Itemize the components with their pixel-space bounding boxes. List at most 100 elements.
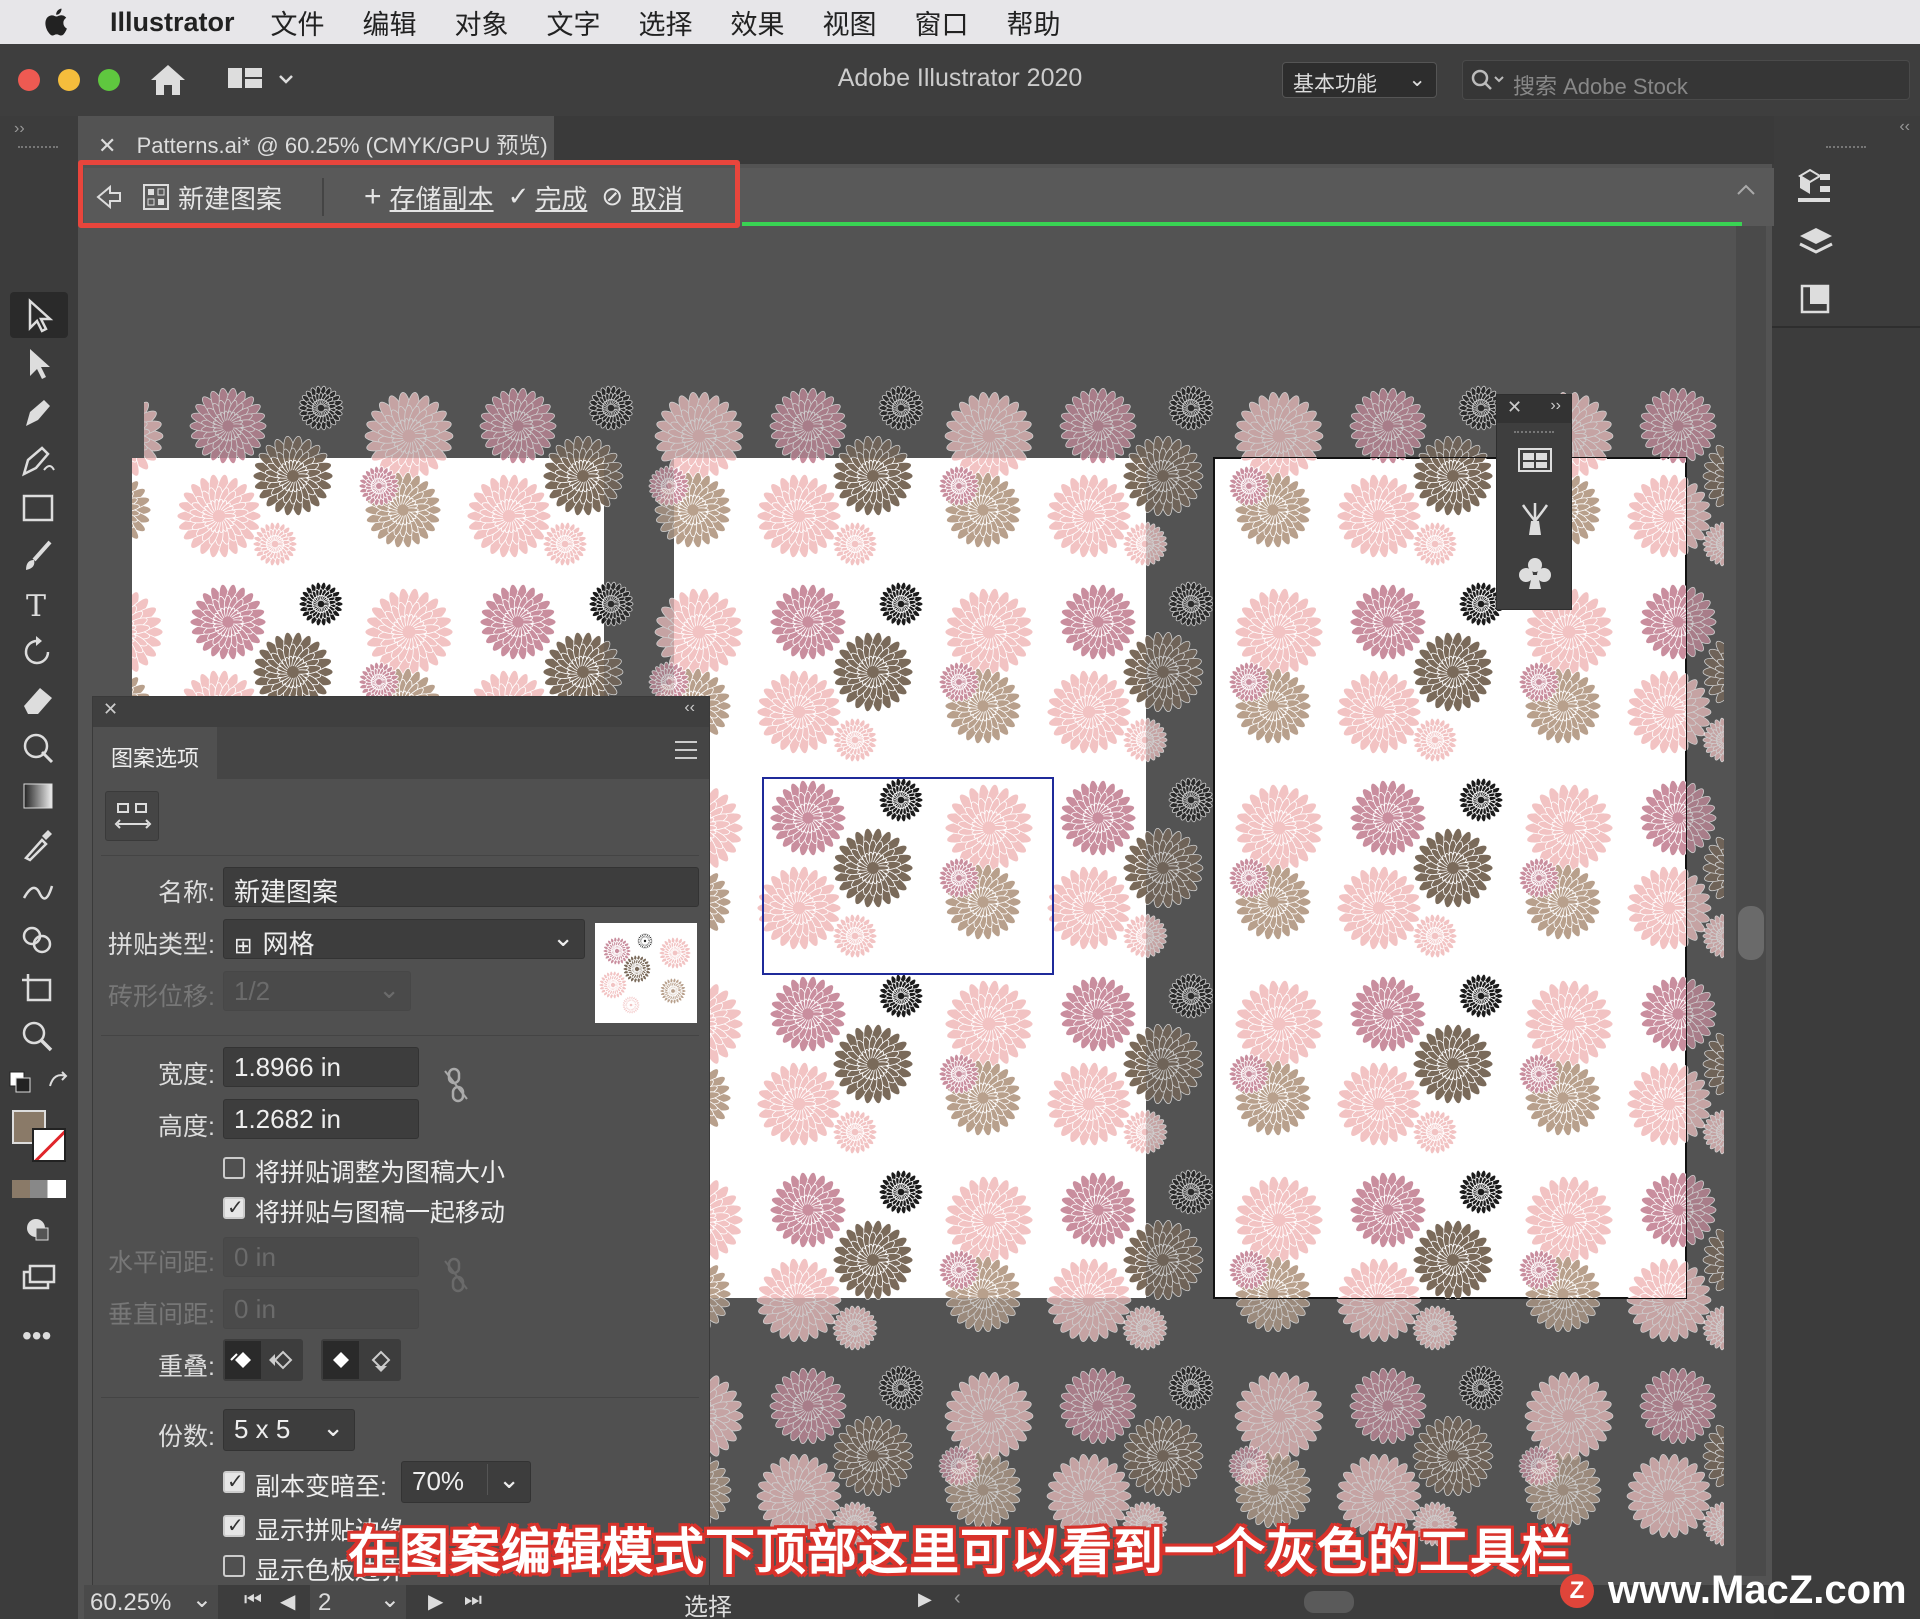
selection-tool-icon[interactable]	[18, 298, 58, 334]
symbols-icon[interactable]	[1517, 499, 1553, 537]
grip-icon[interactable]	[1826, 146, 1866, 152]
pattern-options-icon[interactable]	[1517, 445, 1553, 475]
zoom-window-button[interactable]	[98, 69, 120, 91]
direct-selection-tool-icon[interactable]	[18, 346, 58, 382]
expand-icon[interactable]: ››	[1550, 397, 1561, 415]
grip-icon[interactable]	[18, 146, 58, 152]
rotate-tool-icon[interactable]	[18, 634, 58, 670]
pattern-name-input[interactable]: 新建图案	[223, 867, 699, 907]
close-window-button[interactable]	[18, 69, 40, 91]
artboard-tool-icon[interactable]	[18, 970, 58, 1006]
status-menu-icon[interactable]: ▶	[918, 1589, 932, 1610]
expand-panel-icon[interactable]: ››	[14, 120, 25, 138]
move-tile-with-art-label: 将拼贴与图稿一起移动	[255, 1193, 505, 1229]
swatch-thumbnail	[598, 932, 692, 1015]
first-artboard-icon[interactable]: ⏮	[244, 1589, 262, 1612]
close-icon[interactable]: ✕	[1507, 397, 1522, 418]
default-colors-swap-icon[interactable]	[8, 1068, 70, 1098]
drawing-mode-icon[interactable]	[18, 1212, 58, 1248]
stock-search-input[interactable]: 搜索 Adobe Stock	[1462, 60, 1910, 100]
stroke-swatch[interactable]	[32, 1128, 66, 1162]
menu-edit[interactable]: 编辑	[363, 3, 417, 42]
rectangle-tool-icon[interactable]	[18, 490, 58, 526]
move-tile-with-art-checkbox[interactable]	[223, 1195, 245, 1219]
stock-search-placeholder: 搜索 Adobe Stock	[1513, 74, 1688, 99]
more-tools-icon[interactable]: •••	[22, 1320, 51, 1352]
tile-type-dropdown[interactable]: ⊞ 网格 ⌄	[223, 919, 585, 959]
dim-copies-input[interactable]: 70% ⌄	[401, 1461, 531, 1503]
right-in-front-icon[interactable]	[269, 1350, 293, 1370]
artboard-number-dropdown[interactable]: 2 ⌄	[310, 1585, 406, 1619]
title-bar: Adobe Illustrator 2020 基本功能 ⌄ 搜索 Adobe St…	[0, 44, 1920, 116]
club-symbol-icon[interactable]	[1517, 555, 1553, 593]
brick-offset-value: 1/2	[234, 976, 270, 1006]
panel-menu-icon[interactable]	[675, 741, 697, 759]
unlink-proportions-icon[interactable]	[439, 1065, 473, 1105]
tab-pattern-options[interactable]: 图案选项	[93, 727, 217, 779]
home-icon[interactable]	[148, 62, 188, 98]
pattern-tile-tool-button[interactable]	[105, 791, 159, 841]
menu-object[interactable]: 对象	[455, 3, 509, 42]
grip-icon[interactable]	[1514, 431, 1554, 437]
menu-bar: Illustrator 文件 编辑 对象 文字 选择 效果 视图 窗口 帮助	[0, 0, 1920, 44]
pen-tool-icon[interactable]	[18, 394, 58, 430]
chevron-down-icon: ⌄	[322, 1412, 344, 1443]
collapse-panel-icon[interactable]: ‹‹	[684, 699, 695, 717]
size-tile-to-art-checkbox[interactable]	[223, 1157, 245, 1179]
right-panel-dock: ‹‹	[1736, 116, 1920, 1619]
bottom-in-front-icon[interactable]	[371, 1350, 391, 1372]
top-in-front-icon[interactable]	[323, 1341, 359, 1379]
menu-file[interactable]: 文件	[271, 3, 325, 42]
minimize-window-button[interactable]	[58, 69, 80, 91]
app-menu[interactable]: Illustrator	[110, 7, 235, 38]
zoom-level-dropdown[interactable]: 60.25% ⌄	[84, 1585, 218, 1619]
document-tab[interactable]: ✕ Patterns.ai* @ 60.25% (CMYK/GPU 预览)	[84, 116, 554, 164]
menu-select[interactable]: 选择	[639, 3, 693, 42]
puppet-warp-tool-icon[interactable]	[18, 730, 58, 766]
workspace-switcher[interactable]: 基本功能 ⌄	[1282, 62, 1437, 98]
libraries-icon[interactable]	[1794, 166, 1838, 206]
floating-tools-palette: ✕ ››	[1496, 394, 1572, 610]
artboards-panel-icon[interactable]	[1796, 280, 1836, 320]
height-input[interactable]: 1.2682 in	[223, 1099, 419, 1139]
tools-panel: ›› T •••	[0, 116, 78, 1619]
layers-icon[interactable]	[1796, 222, 1836, 262]
close-tab-icon[interactable]: ✕	[98, 133, 116, 158]
scroll-up-icon[interactable]	[1736, 182, 1756, 196]
gradient-tool-icon[interactable]	[18, 778, 58, 814]
previous-artboard-icon[interactable]: ◀	[280, 1589, 295, 1614]
menu-view[interactable]: 视图	[823, 3, 877, 42]
menu-window[interactable]: 窗口	[915, 3, 969, 42]
eraser-tool-icon[interactable]	[18, 682, 58, 718]
copies-dropdown[interactable]: 5 x 5 ⌄	[223, 1409, 355, 1451]
blend-tool-icon[interactable]	[18, 874, 58, 910]
collapse-panel-icon[interactable]: ‹‹	[1899, 118, 1910, 136]
apple-icon[interactable]	[40, 5, 74, 39]
curvature-tool-icon[interactable]	[18, 442, 58, 478]
dim-copies-checkbox[interactable]	[223, 1469, 245, 1493]
tab-pattern-options-label: 图案选项	[111, 746, 199, 771]
layout-switch-icon[interactable]	[228, 66, 298, 94]
screen-mode-icon[interactable]	[18, 1260, 58, 1296]
grid-tile-icon: ⊞	[234, 934, 252, 959]
menu-effect[interactable]: 效果	[731, 3, 785, 42]
pattern-preview-swatch	[595, 923, 697, 1023]
brick-offset-dropdown: 1/2 ⌄	[223, 971, 411, 1011]
width-input[interactable]: 1.8966 in	[223, 1047, 419, 1087]
last-artboard-icon[interactable]: ⏭	[464, 1589, 482, 1612]
copies-label: 份数:	[93, 1417, 215, 1453]
shape-builder-tool-icon[interactable]	[18, 922, 58, 958]
close-panel-icon[interactable]: ✕	[103, 699, 118, 720]
zoom-tool-icon[interactable]	[18, 1018, 58, 1054]
eyedropper-tool-icon[interactable]	[18, 826, 58, 862]
menu-type[interactable]: 文字	[547, 3, 601, 42]
color-mode-buttons[interactable]	[12, 1180, 66, 1198]
type-tool-icon[interactable]: T	[18, 586, 58, 622]
scroll-left-icon[interactable]: ‹	[954, 1587, 961, 1610]
left-in-front-icon[interactable]	[225, 1341, 261, 1379]
horizontal-scroll-thumb[interactable]	[1304, 1591, 1354, 1613]
chevron-down-icon: ⌄	[380, 1585, 400, 1614]
menu-help[interactable]: 帮助	[1007, 3, 1061, 42]
next-artboard-icon[interactable]: ▶	[428, 1589, 443, 1614]
paintbrush-tool-icon[interactable]	[18, 538, 58, 574]
